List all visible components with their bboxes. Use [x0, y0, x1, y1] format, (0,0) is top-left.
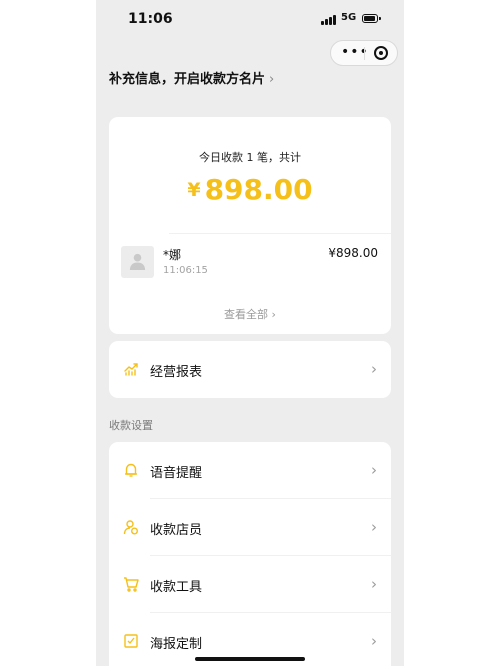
report-label: 经营报表 [150, 365, 203, 380]
amount-value: 898.00 [204, 173, 313, 206]
capsule-divider [364, 47, 365, 60]
clerk-icon [123, 520, 138, 535]
settings-row-clerk[interactable]: 收款店员 › [109, 499, 391, 556]
avatar [121, 246, 154, 278]
supplement-info-link[interactable]: 补充信息，开启收款方名片 › [109, 68, 274, 87]
payment-amount: ¥898.00 [328, 246, 378, 260]
today-summary-text: 今日收款 1 笔，共计 [199, 151, 301, 164]
target-icon[interactable] [374, 46, 388, 60]
phone-screen: 11:06 5G ••• 补充信息，开启收款方名片 › 今日收款 1 笔，共计 ¥… [96, 0, 404, 666]
cart-icon [124, 577, 139, 592]
payer-name: *娜 [163, 248, 182, 262]
chevron-right-icon: › [371, 360, 377, 378]
payment-time: 11:06:15 [163, 265, 208, 276]
settings-item-label: 海报定制 [150, 637, 203, 652]
mini-program-capsule: ••• [330, 40, 398, 66]
user-icon [129, 253, 146, 271]
chevron-right-icon: › [371, 461, 377, 479]
settings-row-voice[interactable]: 语音提醒 › [109, 442, 391, 499]
view-all-link[interactable]: 查看全部 › [109, 306, 391, 322]
settings-item-label: 收款工具 [150, 580, 203, 595]
more-dots-icon[interactable]: ••• [341, 45, 368, 59]
signal-icon [321, 15, 337, 25]
settings-card: 语音提醒 › 收款店员 › 收款工具 › 海报定制 › [109, 442, 391, 666]
chevron-right-icon: › [269, 72, 275, 87]
supplement-info-text: 补充信息，开启收款方名片 [109, 72, 266, 87]
home-indicator [195, 657, 305, 661]
settings-row-tools[interactable]: 收款工具 › [109, 556, 391, 613]
chevron-right-icon: › [371, 518, 377, 536]
settings-item-label: 语音提醒 [150, 466, 203, 481]
battery-icon [362, 14, 381, 23]
report-row[interactable]: 经营报表 › [109, 341, 391, 398]
poster-icon [124, 634, 138, 648]
currency-symbol: ¥ [187, 179, 201, 201]
status-time: 11:06 [128, 11, 173, 27]
chevron-right-icon: › [371, 632, 377, 650]
status-bar: 11:06 5G [96, 0, 404, 40]
network-label: 5G [341, 12, 357, 23]
settings-item-label: 收款店员 [150, 523, 203, 538]
section-title: 收款设置 [109, 419, 153, 432]
bell-icon [125, 463, 137, 477]
today-summary-card: 今日收款 1 笔，共计 ¥898.00 *娜 11:06:15 ¥898.00 … [109, 117, 391, 334]
report-card: 经营报表 › [109, 341, 391, 398]
divider [169, 233, 391, 234]
trend-chart-icon [124, 363, 138, 376]
chevron-right-icon: › [371, 575, 377, 593]
today-total-amount: ¥898.00 [109, 173, 391, 206]
